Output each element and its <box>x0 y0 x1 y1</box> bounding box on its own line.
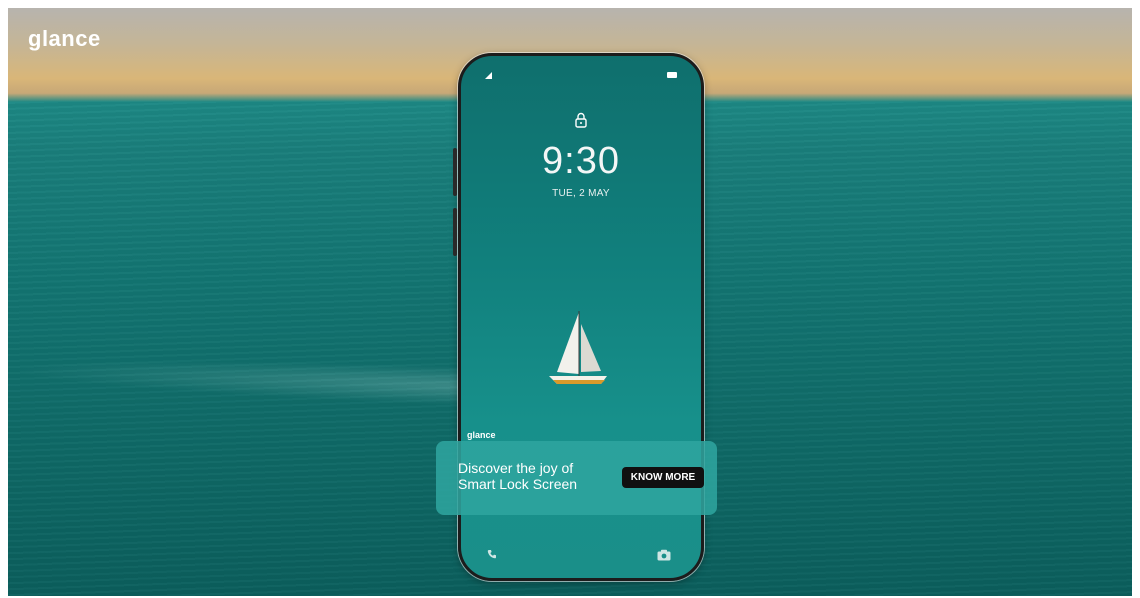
phone-icon[interactable] <box>487 546 497 564</box>
signal-icon <box>485 72 492 79</box>
lock-screen-clock: 9:30 <box>542 140 620 182</box>
lock-screen-date: TUE, 2 MAY <box>552 188 610 199</box>
hero-background: glance 9:30 TUE, 2 MAY glance Discover t… <box>8 8 1132 596</box>
lock-screen-glance-logo: glance <box>467 430 496 440</box>
promo-banner: Discover the joy of Smart Lock Screen KN… <box>436 441 717 515</box>
phone-side-button-top <box>453 148 457 196</box>
glance-logo[interactable]: glance <box>28 26 101 52</box>
banner-line-2: Smart Lock Screen <box>458 476 578 492</box>
sailboat-image <box>549 311 607 384</box>
camera-icon[interactable] <box>657 548 671 566</box>
banner-text: Discover the joy of Smart Lock Screen <box>458 460 598 492</box>
banner-line-1: Discover the joy of <box>458 460 574 476</box>
lock-icon <box>575 112 587 133</box>
battery-icon <box>667 72 677 78</box>
know-more-button[interactable]: KNOW MORE <box>622 467 704 488</box>
phone-side-button-bottom <box>453 208 457 256</box>
